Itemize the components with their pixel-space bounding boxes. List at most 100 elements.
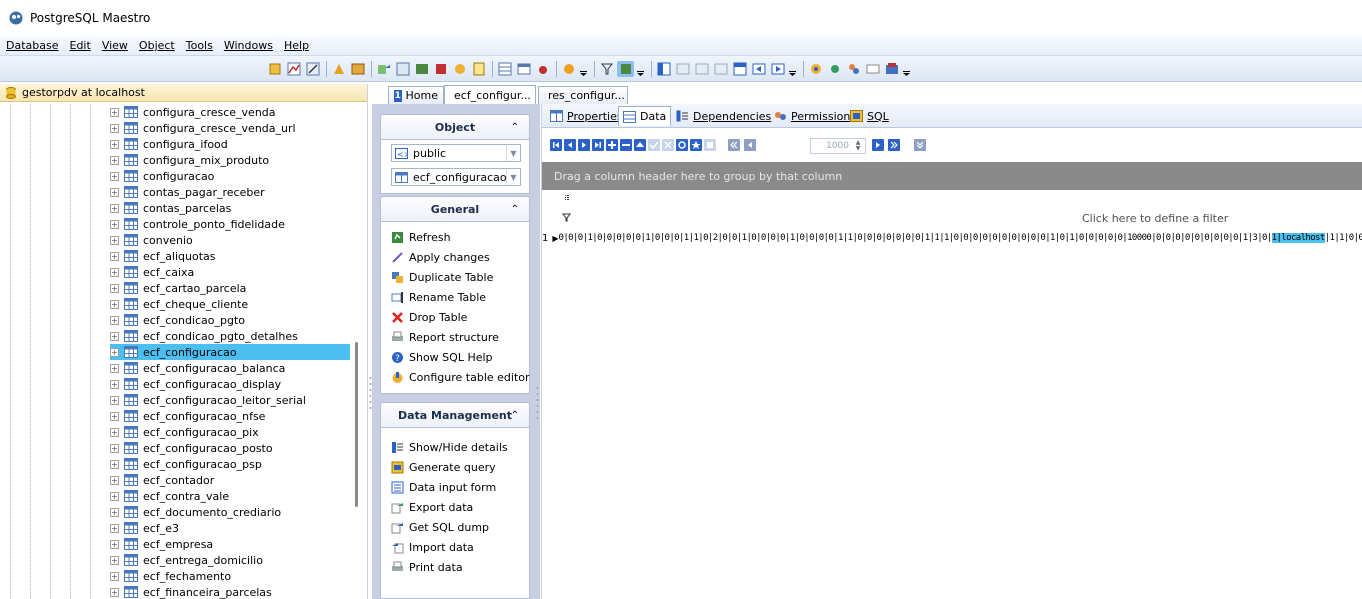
import-icon[interactable] (394, 61, 411, 77)
tree-scrollbar[interactable] (355, 342, 358, 507)
tree-item[interactable]: + ecf_configuracao_pix (110, 424, 350, 440)
layout-icon[interactable] (655, 61, 672, 77)
prior-page-button[interactable] (744, 139, 756, 151)
backup-icon[interactable] (470, 61, 487, 77)
filter-hint[interactable]: Click here to define a filter (1082, 212, 1228, 225)
last-record-button[interactable] (592, 139, 604, 151)
expand-icon[interactable]: + (110, 395, 119, 405)
goto-bookmark-button[interactable] (704, 139, 716, 151)
object-group-header[interactable]: Object ⌃ (380, 114, 530, 140)
insert-record-button[interactable] (606, 139, 618, 151)
chevron-down-icon[interactable] (579, 61, 587, 77)
tree-item[interactable]: + ecf_fechamento (110, 568, 350, 584)
expand-icon[interactable]: + (110, 539, 119, 549)
first-record-button[interactable] (550, 139, 562, 151)
connect-icon[interactable] (826, 61, 843, 77)
tab-data[interactable]: Data (618, 106, 672, 126)
refresh-icon[interactable] (807, 61, 824, 77)
export-data-link[interactable]: Export data (391, 498, 473, 516)
tree-item[interactable]: + configura_ifood (110, 136, 350, 152)
tab-res-configuracao[interactable]: res_configur... (538, 86, 628, 104)
print-data-link[interactable]: Print data (391, 558, 463, 576)
tree-item[interactable]: + ecf_configuracao_leitor_serial (110, 392, 350, 408)
tree-item[interactable]: + configura_cresce_venda (110, 104, 350, 120)
expand-icon[interactable]: + (110, 523, 119, 533)
tab-home[interactable]: 1 Home (388, 86, 444, 104)
expand-icon[interactable]: + (110, 171, 119, 181)
tree-item[interactable]: + configura_cresce_venda_url (110, 120, 350, 136)
tree-item[interactable]: + ecf_cartao_parcela (110, 280, 350, 296)
chevron-down-icon[interactable] (902, 61, 910, 77)
expand-icon[interactable]: + (110, 235, 119, 245)
tree-item[interactable]: + ecf_empresa (110, 536, 350, 552)
tree-item-selected[interactable]: + ecf_configuracao (110, 344, 350, 360)
options-icon[interactable] (560, 61, 577, 77)
tree-item[interactable]: + configura_mix_produto (110, 152, 350, 168)
report-structure-link[interactable]: Report structure (391, 328, 499, 346)
chart-icon[interactable] (285, 61, 302, 77)
expand-icon[interactable]: + (110, 411, 119, 421)
delete-record-button[interactable] (620, 139, 632, 151)
tree-item[interactable]: + controle_ponto_fidelidade (110, 216, 350, 232)
menu-windows[interactable]: Windows (224, 39, 273, 52)
tree-item[interactable]: + ecf_condicao_pgto_detalhes (110, 328, 350, 344)
row-values[interactable]: 0|0|0|1|0|0|0|0|0|1|0|0|0|1|1|0|2|0|0|1|… (559, 233, 1273, 243)
drop-table-link[interactable]: Drop Table (391, 308, 467, 326)
expand-icon[interactable]: + (110, 507, 119, 517)
tree-item[interactable]: + ecf_aliquotas (110, 248, 350, 264)
expand-icon[interactable]: + (110, 251, 119, 261)
expand-icon[interactable]: + (110, 443, 119, 453)
collapse-icon[interactable]: ⌃ (511, 122, 519, 133)
tree-item[interactable]: + ecf_configuracao_posto (110, 440, 350, 456)
tab-properties[interactable]: Properties (546, 107, 627, 125)
sql-dump-icon[interactable] (413, 61, 430, 77)
tree-item[interactable]: + ecf_configuracao_psp (110, 456, 350, 472)
sql-editor-icon[interactable] (330, 61, 347, 77)
next-page-button[interactable] (872, 139, 884, 151)
post-edit-button[interactable] (648, 139, 660, 151)
collapse-icon[interactable]: ⌃ (511, 410, 519, 421)
menu-edit[interactable]: Edit (70, 39, 91, 52)
menu-object[interactable]: Object (139, 39, 175, 52)
expand-icon[interactable]: + (110, 331, 119, 341)
tree-item[interactable]: + configuracao (110, 168, 350, 184)
general-group-header[interactable]: General ⌃ (380, 196, 530, 222)
data-management-group-header[interactable]: Data Management ⌃ (380, 402, 530, 428)
configure-table-editor-link[interactable]: Configure table editor (391, 368, 530, 386)
prior-record-button[interactable] (564, 139, 576, 151)
expand-icon[interactable]: + (110, 363, 119, 373)
expand-icon[interactable]: + (110, 587, 119, 597)
expand-icon[interactable]: + (110, 459, 119, 469)
tile-icon[interactable] (674, 61, 691, 77)
tree-item[interactable]: + ecf_caixa (110, 264, 350, 280)
users-icon[interactable] (845, 61, 862, 77)
edit-icon[interactable] (304, 61, 321, 77)
expand-icon[interactable]: + (110, 299, 119, 309)
table-select[interactable]: ecf_configuracao ▼ (391, 168, 521, 186)
tree-item[interactable]: + ecf_financeira_parcelas (110, 584, 350, 599)
menu-tools[interactable]: Tools (186, 39, 213, 52)
expand-icon[interactable]: + (110, 475, 119, 485)
expand-icon[interactable]: + (110, 267, 119, 277)
previous-page-button[interactable] (728, 139, 740, 151)
chevron-down-icon[interactable] (636, 61, 644, 77)
generate-query-link[interactable]: Generate query (391, 458, 496, 476)
expand-icon[interactable]: + (110, 219, 119, 229)
window-icon[interactable] (515, 61, 532, 77)
report-icon[interactable] (432, 61, 449, 77)
tab-dependencies[interactable]: Dependencies (672, 107, 775, 125)
more-options-button[interactable] (914, 139, 926, 151)
expand-icon[interactable]: + (110, 187, 119, 197)
group-by-panel[interactable]: Drag a column header here to group by th… (542, 162, 1362, 190)
expand-icon[interactable]: + (110, 427, 119, 437)
get-sql-dump-link[interactable]: Get SQL dump (391, 518, 489, 536)
tree-item[interactable]: + ecf_cheque_cliente (110, 296, 350, 312)
tree-item[interactable]: + ecf_configuracao_display (110, 376, 350, 392)
refresh-records-button[interactable] (676, 139, 688, 151)
show-hide-details-link[interactable]: Show/Hide details (391, 438, 508, 456)
back-icon[interactable] (750, 61, 767, 77)
connection-header[interactable]: gestorpdv at localhost (0, 84, 367, 102)
chevron-down-icon[interactable]: ▼ (506, 169, 520, 185)
chevron-down-icon[interactable] (788, 61, 796, 77)
bug-icon[interactable] (534, 61, 551, 77)
